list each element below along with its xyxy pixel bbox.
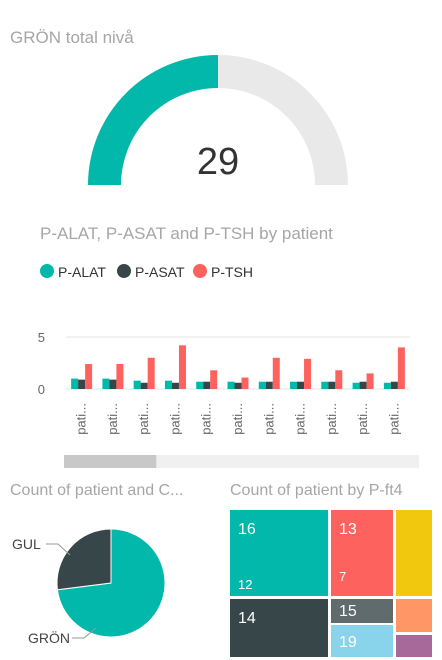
treemap-tile-yellow[interactable]: [396, 510, 432, 596]
bar-chart-title: P-ALAT, P-ASAT and P-TSH by patient: [40, 224, 333, 243]
x-tick-label: pati...: [386, 403, 401, 435]
x-tick-label: pati...: [324, 403, 339, 435]
y-tick-label: 5: [38, 330, 45, 345]
bar-p-asat[interactable]: [265, 381, 273, 389]
bar-p-alat[interactable]: [133, 380, 141, 389]
bar-p-alat[interactable]: [196, 381, 204, 389]
bar-p-alat[interactable]: [383, 382, 391, 389]
bar-p-tsh[interactable]: [178, 345, 186, 389]
bar-p-asat[interactable]: [78, 379, 86, 389]
bar-p-tsh[interactable]: [147, 357, 155, 389]
bar-p-asat[interactable]: [171, 382, 179, 389]
treemap-tile-13-label: 13: [339, 521, 357, 538]
bar-p-tsh[interactable]: [241, 377, 249, 389]
gauge-value: 29: [197, 141, 239, 183]
bar-p-asat[interactable]: [203, 381, 211, 389]
x-tick-label: pati...: [167, 403, 182, 435]
legend-label-p-alat: P-ALAT: [58, 264, 106, 280]
treemap-tile-orange[interactable]: [396, 599, 432, 632]
legend-swatch-p-tsh: [193, 264, 207, 278]
legend-swatch-p-alat: [40, 264, 54, 278]
bar-p-tsh[interactable]: [304, 358, 312, 389]
treemap-tile-14[interactable]: [230, 599, 328, 657]
bar-p-alat[interactable]: [290, 381, 298, 389]
legend-swatch-p-asat: [117, 264, 131, 278]
treemap-chart[interactable]: 16 12 13 7 14 15 19: [0, 500, 442, 660]
x-tick-label: pati...: [230, 403, 245, 435]
treemap-tile-16-sublabel: 12: [238, 577, 252, 592]
bar-p-tsh[interactable]: [116, 364, 124, 389]
x-tick-label: pati...: [105, 403, 120, 435]
bar-p-asat[interactable]: [297, 381, 305, 389]
bar-p-asat[interactable]: [234, 382, 242, 389]
treemap-tile-purple[interactable]: [396, 635, 432, 657]
bar-p-alat[interactable]: [164, 380, 172, 389]
bar-p-tsh[interactable]: [397, 347, 405, 389]
legend-label-p-tsh: P-TSH: [211, 264, 253, 280]
x-tick-label: pati...: [261, 403, 276, 435]
treemap-tile-16-label: 16: [238, 521, 256, 538]
treemap-tile-19-label: 19: [339, 634, 357, 651]
x-tick-label: pati...: [293, 403, 308, 435]
bar-p-asat[interactable]: [328, 381, 336, 389]
y-tick-label: 0: [38, 382, 45, 397]
bar-p-tsh[interactable]: [85, 364, 93, 389]
x-tick-label: pati...: [74, 403, 89, 435]
scrollbar-thumb[interactable]: [64, 455, 157, 468]
bar-p-tsh[interactable]: [272, 357, 280, 389]
treemap-tile-13-sublabel: 7: [339, 569, 346, 584]
bar-p-alat[interactable]: [102, 378, 110, 389]
x-tick-label: pati...: [199, 403, 214, 435]
x-tick-label: pati...: [136, 403, 151, 435]
legend-label-p-asat: P-ASAT: [135, 264, 185, 280]
gauge-chart[interactable]: 29: [0, 0, 442, 200]
bar-p-asat[interactable]: [109, 379, 117, 389]
bar-p-alat[interactable]: [352, 382, 360, 389]
bar-p-alat[interactable]: [71, 378, 79, 389]
bar-p-asat[interactable]: [140, 382, 148, 389]
bar-legend: P-ALAT P-ASAT P-TSH: [40, 264, 253, 280]
bar-p-alat[interactable]: [321, 381, 329, 389]
bar-p-tsh[interactable]: [366, 373, 374, 389]
bar-p-alat[interactable]: [258, 381, 266, 389]
bar-p-asat[interactable]: [359, 381, 367, 389]
x-tick-label: pati...: [355, 403, 370, 435]
bar-p-alat[interactable]: [227, 381, 235, 389]
treemap-tile-15-label: 15: [339, 603, 357, 620]
bar-chart[interactable]: P-ALAT P-ASAT P-TSH 0 5 pati... pati... pati…: [0, 250, 442, 475]
bar-p-asat[interactable]: [390, 381, 398, 389]
bar-p-tsh[interactable]: [210, 370, 218, 389]
bar-p-tsh[interactable]: [335, 370, 343, 389]
pie-title: Count of patient and C...: [10, 482, 184, 499]
treemap-tile-14-label: 14: [238, 610, 256, 627]
treemap-title: Count of patient by P-ft4: [230, 482, 403, 499]
